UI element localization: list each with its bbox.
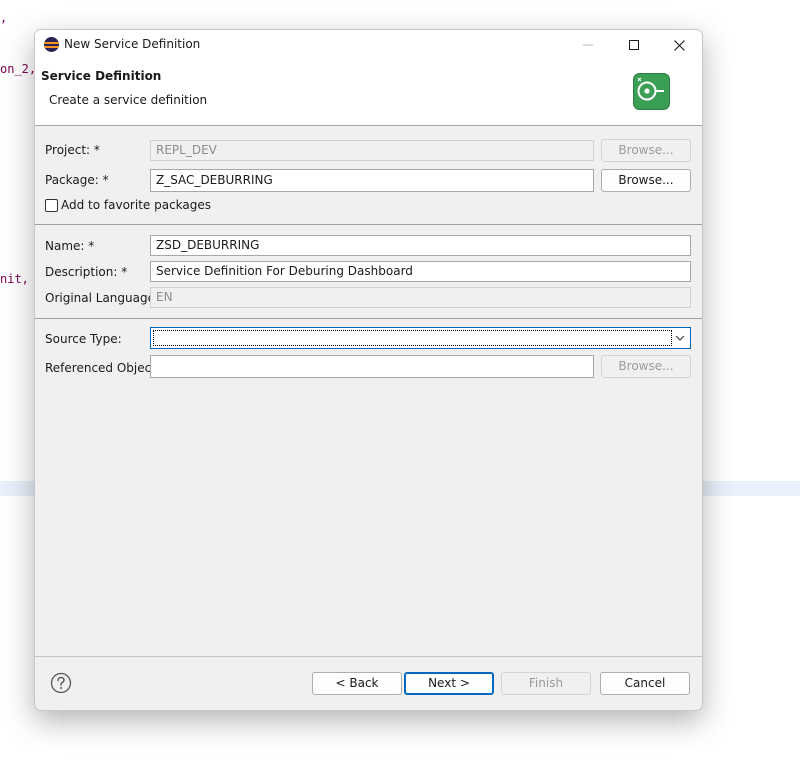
wizard-subtitle: Create a service definition xyxy=(49,93,208,107)
close-button[interactable] xyxy=(656,30,702,60)
project-field: REPL_DEV xyxy=(150,140,594,161)
favorite-packages-checkbox[interactable] xyxy=(45,199,58,212)
finish-button[interactable]: Finish xyxy=(501,672,591,695)
project-browse-button[interactable]: Browse... xyxy=(601,139,691,162)
project-label: Project: * xyxy=(45,143,100,157)
source-type-value xyxy=(153,330,672,346)
description-label: Description: * xyxy=(45,265,128,279)
referenced-object-label: Referenced Object: xyxy=(45,361,160,375)
code-line: , xyxy=(0,11,8,25)
wizard-header: Service Definition Create a service defi… xyxy=(35,60,702,126)
footer-separator xyxy=(35,656,702,657)
package-label: Package: * xyxy=(45,173,109,187)
wizard-title: Service Definition xyxy=(41,69,162,83)
referenced-object-browse-button[interactable]: Browse... xyxy=(601,355,691,378)
separator xyxy=(35,318,702,319)
dialog-titlebar[interactable]: New Service Definition xyxy=(35,30,702,60)
dialog-title: New Service Definition xyxy=(64,37,201,51)
minimize-icon xyxy=(583,44,593,46)
maximize-button[interactable] xyxy=(611,30,657,60)
package-input[interactable]: Z_SAC_DEBURRING xyxy=(150,169,594,192)
original-language-label: Original Language: xyxy=(45,291,160,305)
description-input[interactable]: Service Definition For Deburing Dashboar… xyxy=(150,261,691,282)
favorite-packages-label[interactable]: Add to favorite packages xyxy=(61,198,211,212)
code-line: nit, xyxy=(0,272,29,286)
code-line: on_2, xyxy=(0,62,37,76)
name-label: Name: * xyxy=(45,239,95,253)
separator xyxy=(35,224,702,225)
package-browse-button[interactable]: Browse... xyxy=(601,169,691,192)
referenced-object-input[interactable] xyxy=(150,355,594,378)
maximize-icon xyxy=(629,40,639,50)
original-language-field: EN xyxy=(150,287,691,308)
service-definition-wizard-icon xyxy=(633,73,670,110)
name-input[interactable]: ZSD_DEBURRING xyxy=(150,235,691,256)
source-type-select[interactable] xyxy=(150,327,691,349)
cancel-button[interactable]: Cancel xyxy=(600,672,690,695)
source-type-label: Source Type: xyxy=(45,332,122,346)
close-icon xyxy=(673,39,685,51)
next-button[interactable]: Next > xyxy=(404,672,494,695)
new-service-definition-dialog: New Service Definition Service Definitio… xyxy=(34,29,703,711)
back-button[interactable]: < Back xyxy=(312,672,402,695)
eclipse-icon xyxy=(44,37,59,52)
help-icon[interactable] xyxy=(50,672,72,694)
minimize-button[interactable] xyxy=(565,30,611,60)
chevron-down-icon[interactable] xyxy=(674,332,686,344)
